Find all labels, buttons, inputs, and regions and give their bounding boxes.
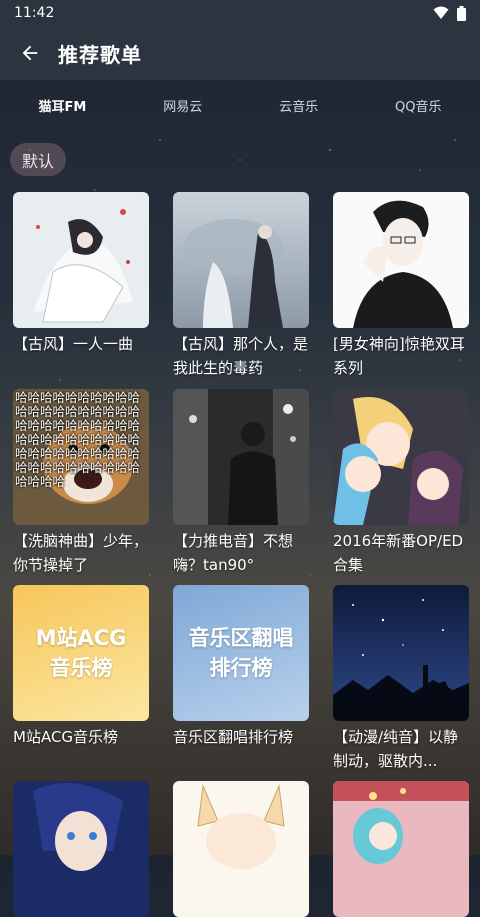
playlist-card[interactable]: 音乐区翻唱 排行榜 音乐区翻唱排行榜 (173, 585, 309, 749)
source-tabs: 猫耳FM 网易云 云音乐 QQ音乐 (0, 80, 480, 130)
playlist-title: 【动漫/纯音】以静制动，驱散内... (333, 728, 459, 770)
playlist-title: 【洗脑神曲】少年，你节操掉了 (13, 532, 149, 574)
playlist-card[interactable]: 【动漫/纯音】以静制动，驱散内... (333, 585, 469, 773)
playlist-cover (13, 781, 149, 917)
status-time: 11:42 (14, 5, 55, 21)
playlist-card[interactable]: 2016年新番OP/ED合集 (333, 389, 469, 577)
playlist-cover (13, 192, 149, 328)
cover-title-line1: 音乐区翻唱 (188, 626, 294, 650)
playlist-card[interactable]: 【古风】一人一曲 (13, 192, 149, 356)
playlist-card[interactable]: 哈哈哈哈哈哈哈哈哈哈哈哈哈哈哈哈哈哈哈哈哈哈哈哈哈哈哈哈哈哈哈哈哈哈哈哈哈哈哈哈… (13, 389, 149, 577)
playlist-card[interactable] (173, 781, 309, 917)
status-bar: 11:42 (0, 0, 480, 26)
playlist-title: 2016年新番OP/ED合集 (333, 532, 464, 574)
playlist-title: 音乐区翻唱排行榜 (173, 728, 294, 746)
playlist-cover: 哈哈哈哈哈哈哈哈哈哈哈哈哈哈哈哈哈哈哈哈哈哈哈哈哈哈哈哈哈哈哈哈哈哈哈哈哈哈哈哈… (13, 389, 149, 525)
playlist-title: [男女神向]惊艳双耳系列 (333, 335, 465, 377)
tab-yunyinyue[interactable]: 云音乐 (279, 96, 318, 115)
playlist-cover (333, 781, 469, 917)
playlist-title: M站ACG音乐榜 (13, 728, 119, 746)
playlist-cover (173, 781, 309, 917)
playlist-card[interactable]: [男女神向]惊艳双耳系列 (333, 192, 469, 380)
playlist-card[interactable]: M站ACG 音乐榜 M站ACG音乐榜 (13, 585, 149, 749)
playlist-card[interactable] (333, 781, 469, 917)
wifi-icon (433, 6, 449, 19)
playlist-cover (173, 389, 309, 525)
arrow-left-icon (22, 45, 38, 61)
playlist-cover: 音乐区翻唱 排行榜 (173, 585, 309, 721)
cover-title-line2: 音乐榜 (49, 656, 113, 680)
playlist-cover (333, 192, 469, 328)
playlist-cover: M站ACG 音乐榜 (13, 585, 149, 721)
playlist-cover (333, 389, 469, 525)
playlist-title: 【古风】那个人，是我此生的毒药 (173, 335, 309, 377)
app-bar: 推荐歌单 (0, 26, 480, 80)
tab-netease[interactable]: 网易云 (163, 96, 202, 115)
playlist-cover (333, 585, 469, 721)
playlist-cover (173, 192, 309, 328)
playlist-card[interactable]: 【力推电音】不想嗨？tan90° (173, 389, 309, 577)
cover-caption: 哈哈哈哈哈哈哈哈哈哈哈哈哈哈哈哈哈哈哈哈哈哈哈哈哈哈哈哈哈哈哈哈哈哈哈哈哈哈哈哈… (15, 390, 141, 489)
playlist-title: 【力推电音】不想嗨？tan90° (173, 532, 294, 574)
tab-maoer[interactable]: 猫耳FM (38, 96, 86, 115)
cover-title-line1: M站ACG (35, 626, 127, 650)
playlist-title: 【古风】一人一曲 (13, 335, 134, 353)
playlist-card[interactable] (13, 781, 149, 917)
playlist-card[interactable]: 【古风】那个人，是我此生的毒药 (173, 192, 309, 380)
sort-chip-default[interactable]: 默认 (10, 143, 67, 176)
tab-qq-music[interactable]: QQ音乐 (395, 96, 441, 115)
back-button[interactable] (16, 39, 44, 67)
page-title: 推荐歌单 (58, 42, 142, 67)
battery-icon (457, 5, 466, 21)
cover-title-line2: 排行榜 (209, 656, 273, 680)
